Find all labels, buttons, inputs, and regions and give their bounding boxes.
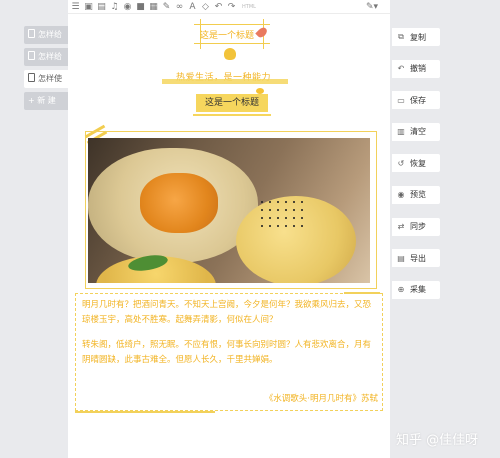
poem-source: 《水调歌头·明月几时有》苏轼 (264, 394, 378, 404)
eye-icon: ◉ (397, 190, 405, 200)
picture-icon[interactable]: ▤ (97, 1, 106, 13)
sesame-seeds (258, 198, 308, 228)
sync-icon: ⇄ (397, 222, 405, 232)
document-icon (28, 51, 35, 60)
search-icon: ⊕ (397, 285, 405, 295)
doc-item-label: 怎样给 (38, 52, 62, 61)
plus-icon: + (28, 96, 38, 105)
action-label: 导出 (410, 253, 426, 263)
code-icon[interactable]: ◇ (201, 1, 210, 13)
document-icon (28, 29, 35, 38)
poem-bottom-accent (75, 411, 215, 413)
music-icon[interactable]: ♫ (110, 1, 119, 13)
action-panel: ⧉ 复制 ↶ 撤销 ▭ 保存 ▥ 清空 ↺ 恢复 ◉ 预览 ⇄ 同步 ▤ 导出 ⊕ 采集 (392, 28, 440, 312)
save-button[interactable]: ▭ 保存 (392, 91, 440, 110)
new-doc-button[interactable]: + 新 建 (24, 92, 68, 110)
list-icon[interactable]: ☰ (71, 1, 80, 13)
action-label: 预览 (410, 190, 426, 200)
edit-icon[interactable]: ✎▾ (362, 1, 382, 13)
slogan-underline (162, 79, 288, 84)
save-icon: ▭ (397, 95, 405, 105)
map-icon[interactable]: ▦ (149, 1, 158, 13)
flower-icon (224, 48, 236, 60)
editor-canvas[interactable]: ☰ ▣ ▤ ♫ ◉ ■ ▦ ✎ ∞ A ◇ ↶ ↷ HTML ✎▾ 这是一个标题… (68, 0, 390, 458)
egg-yolk (140, 173, 218, 233)
mooncake-photo[interactable] (88, 138, 370, 283)
restore-icon: ↺ (397, 158, 405, 168)
export-button[interactable]: ▤ 导出 (392, 249, 440, 268)
document-icon (28, 73, 35, 82)
doc-list: 怎样给 怎样给 怎样使 + 新 建 (24, 26, 68, 110)
doc-item[interactable]: 怎样给 (24, 48, 68, 66)
doc-item[interactable]: 怎样给 (24, 26, 68, 44)
undo-button[interactable]: ↶ 撤销 (392, 59, 440, 78)
poem-top-accent (344, 292, 380, 294)
action-label: 保存 (410, 95, 426, 105)
poem-paragraph-1: 明月几时有？把酒问青天。不知天上宫阙，今夕是何年？我欲乘风归去，又恐琼楼玉宇，高… (82, 300, 372, 325)
clear-button[interactable]: ▥ 清空 (392, 122, 440, 141)
editor-toolbar: ☰ ▣ ▤ ♫ ◉ ■ ▦ ✎ ∞ A ◇ ↶ ↷ HTML ✎▾ (68, 0, 390, 14)
trash-icon: ▥ (397, 127, 405, 137)
doc-item-active[interactable]: 怎样使 (24, 70, 68, 88)
doc-item-label: 怎样给 (38, 30, 62, 39)
sync-button[interactable]: ⇄ 同步 (392, 217, 440, 236)
poem-paragraph-2: 转朱阁，低绮户，照无眠。不应有恨，何事长向别时圆？人有悲欢离合，月有阴晴圆缺，此… (82, 340, 372, 365)
action-label: 同步 (410, 222, 426, 232)
link-icon[interactable]: ∞ (175, 1, 184, 13)
title-two[interactable]: 这是一个标题 (193, 94, 271, 116)
undo-icon[interactable]: ↶ (214, 1, 223, 13)
font-icon[interactable]: A (188, 1, 197, 13)
action-label: 恢复 (410, 158, 426, 168)
poem-text[interactable]: 明月几时有？把酒问青天。不知天上宫阙，今夕是何年？我欲乘风归去，又恐琼楼玉宇，高… (82, 298, 376, 378)
magic-icon[interactable]: ✎ (162, 1, 171, 13)
video-icon[interactable]: ■ (136, 1, 145, 13)
zhihu-watermark: 知乎 @佳佳呀 (396, 433, 479, 448)
new-doc-label: 新 建 (37, 96, 56, 105)
action-label: 清空 (410, 127, 426, 137)
restore-button[interactable]: ↺ 恢复 (392, 154, 440, 173)
collect-button[interactable]: ⊕ 采集 (392, 280, 440, 299)
undo-icon: ↶ (397, 64, 405, 74)
copy-button[interactable]: ⧉ 复制 (392, 28, 440, 46)
html-icon[interactable]: HTML (240, 1, 258, 13)
action-label: 采集 (410, 285, 426, 295)
image-icon[interactable]: ▣ (84, 1, 93, 13)
action-label: 复制 (410, 32, 426, 42)
copy-icon: ⧉ (398, 32, 404, 41)
action-label: 撤销 (410, 64, 426, 74)
export-icon: ▤ (397, 253, 405, 263)
redo-icon[interactable]: ↷ (227, 1, 236, 13)
doc-item-label: 怎样使 (38, 74, 62, 83)
camera-icon[interactable]: ◉ (123, 1, 132, 13)
preview-button[interactable]: ◉ 预览 (392, 185, 440, 204)
title-one[interactable]: 这是一个标题 (200, 28, 254, 41)
